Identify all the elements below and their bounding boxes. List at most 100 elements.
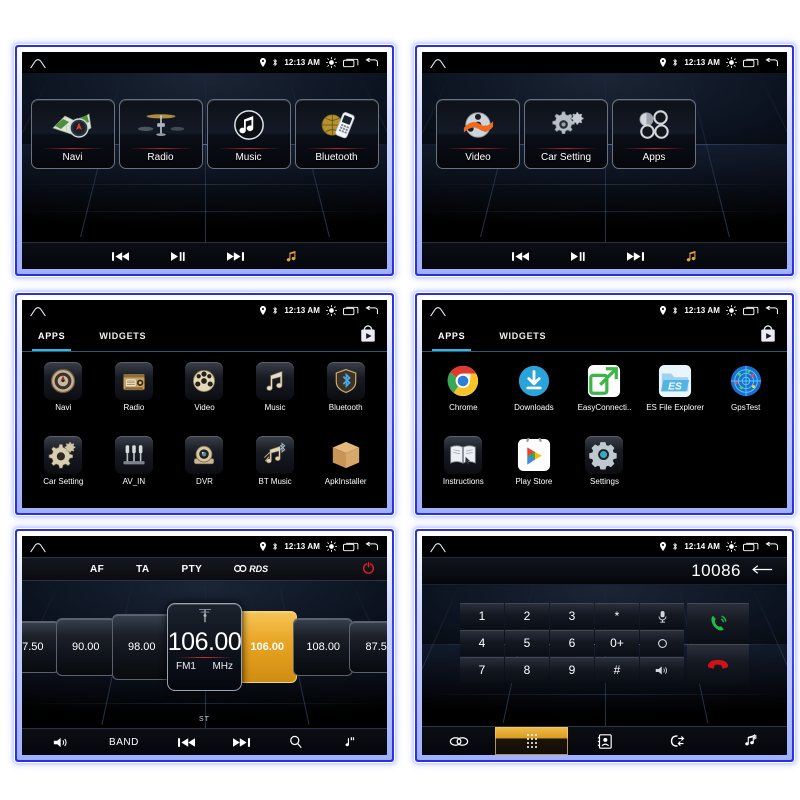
key-2[interactable]: 2 xyxy=(505,603,549,629)
app-play-store[interactable]: Play Store xyxy=(499,434,570,508)
back-arrow-icon[interactable] xyxy=(765,57,779,68)
contacts-tab[interactable] xyxy=(568,727,641,755)
voice-dial-key[interactable] xyxy=(640,630,684,656)
tab-apps[interactable]: APPS xyxy=(432,321,472,351)
app-instructions[interactable]: Instructions xyxy=(428,434,499,508)
app-gpstest[interactable]: GpsTest xyxy=(710,360,781,434)
app-apk-installer[interactable]: ApkInstaller xyxy=(310,434,381,508)
key-3[interactable]: 3 xyxy=(550,603,594,629)
keypad-tab[interactable] xyxy=(495,727,568,755)
app-settings[interactable]: Settings xyxy=(569,434,640,508)
tab-widgets[interactable]: WIDGETS xyxy=(493,321,552,351)
scan-button[interactable] xyxy=(289,735,303,749)
play-pause-button[interactable] xyxy=(170,251,185,262)
preset-button[interactable]: 87.50 xyxy=(349,621,387,673)
speaker-key[interactable] xyxy=(640,657,684,683)
app-bt-music[interactable]: BT Music xyxy=(240,434,311,508)
play-store-bag-icon[interactable] xyxy=(359,324,377,348)
preset-button[interactable]: 90.00 xyxy=(55,618,116,676)
key-1[interactable]: 1 xyxy=(460,603,504,629)
key-zero-plus[interactable]: 0+ xyxy=(595,630,639,656)
app-easyconnection[interactable]: EasyConnecti.. xyxy=(569,360,640,434)
home-tile-bluetooth[interactable]: Bluetooth xyxy=(294,99,379,169)
recent-apps-icon[interactable] xyxy=(343,542,359,552)
pty-button[interactable]: PTY xyxy=(182,564,203,575)
app-dvr[interactable]: DVR xyxy=(169,434,240,508)
music-shortcut-button[interactable] xyxy=(286,250,298,262)
hangup-button[interactable] xyxy=(687,644,749,684)
previous-track-button[interactable] xyxy=(111,251,129,262)
brightness-icon[interactable] xyxy=(726,57,737,68)
bt-music-tab[interactable] xyxy=(714,727,787,755)
bt-pair-tab[interactable] xyxy=(422,727,495,755)
recent-apps-icon[interactable] xyxy=(343,306,359,316)
app-video[interactable]: Video xyxy=(169,360,240,434)
band-button[interactable]: BAND xyxy=(109,737,139,748)
home-icon[interactable] xyxy=(429,59,446,69)
key-4[interactable]: 4 xyxy=(460,630,504,656)
key-hash[interactable]: # xyxy=(595,657,639,683)
app-car-setting[interactable]: Car Setting xyxy=(28,434,99,508)
back-arrow-icon[interactable] xyxy=(365,305,379,316)
back-arrow-icon[interactable] xyxy=(765,305,779,316)
app-downloads[interactable]: Downloads xyxy=(499,360,570,434)
app-music[interactable]: Music xyxy=(240,360,311,434)
brightness-icon[interactable] xyxy=(726,541,737,552)
brightness-icon[interactable] xyxy=(326,57,337,68)
home-tile-radio[interactable]: Radio xyxy=(118,99,203,169)
back-arrow-icon[interactable] xyxy=(365,541,379,552)
app-av-in[interactable]: AV_IN xyxy=(99,434,170,508)
play-pause-button[interactable] xyxy=(570,251,585,262)
brightness-icon[interactable] xyxy=(326,541,337,552)
back-arrow-icon[interactable] xyxy=(765,541,779,552)
home-icon[interactable] xyxy=(29,543,46,553)
volume-button[interactable] xyxy=(53,736,70,749)
current-frequency-card[interactable]: 106.00 FM1 MHz xyxy=(166,603,243,691)
preset-button[interactable]: 98.00 xyxy=(111,614,172,680)
preset-button[interactable]: 108.00 xyxy=(293,618,354,676)
brightness-icon[interactable] xyxy=(326,305,337,316)
music-shortcut-button[interactable] xyxy=(686,250,698,262)
ta-button[interactable]: TA xyxy=(136,564,149,575)
power-icon[interactable] xyxy=(362,561,375,579)
key-9[interactable]: 9 xyxy=(550,657,594,683)
app-navi[interactable]: Navi xyxy=(28,360,99,434)
app-radio[interactable]: Radio xyxy=(99,360,170,434)
previous-track-button[interactable] xyxy=(511,251,529,262)
key-6[interactable]: 6 xyxy=(550,630,594,656)
app-chrome[interactable]: Chrome xyxy=(428,360,499,434)
backspace-arrow-icon[interactable] xyxy=(751,562,773,580)
back-arrow-icon[interactable] xyxy=(365,57,379,68)
af-button[interactable]: AF xyxy=(90,564,104,575)
home-tile-music[interactable]: Music xyxy=(206,99,291,169)
seek-down-button[interactable] xyxy=(177,737,195,748)
preset-button-active[interactable]: 106.00 xyxy=(237,611,298,683)
home-tile-apps[interactable]: Apps xyxy=(612,99,696,169)
home-tile-navi[interactable]: Navi xyxy=(30,99,115,169)
brightness-icon[interactable] xyxy=(726,305,737,316)
call-button[interactable] xyxy=(687,603,749,643)
key-5[interactable]: 5 xyxy=(505,630,549,656)
home-tile-video[interactable]: Video xyxy=(436,99,520,169)
key-7[interactable]: 7 xyxy=(460,657,504,683)
next-track-button[interactable] xyxy=(226,251,244,262)
home-icon[interactable] xyxy=(29,307,46,317)
key-star[interactable]: * xyxy=(595,603,639,629)
dialed-number-display[interactable]: 10086 xyxy=(422,557,787,585)
play-store-bag-icon[interactable] xyxy=(759,324,777,348)
recent-apps-icon[interactable] xyxy=(743,58,759,68)
tab-apps[interactable]: APPS xyxy=(32,321,72,351)
equalizer-button[interactable] xyxy=(342,736,356,749)
tab-widgets[interactable]: WIDGETS xyxy=(93,321,152,351)
home-icon[interactable] xyxy=(29,59,46,69)
mic-key[interactable] xyxy=(640,603,684,629)
call-log-tab[interactable] xyxy=(641,727,714,755)
key-8[interactable]: 8 xyxy=(505,657,549,683)
home-icon[interactable] xyxy=(429,543,446,553)
app-es-file-explorer[interactable]: ES ES File Explorer xyxy=(640,360,711,434)
seek-up-button[interactable] xyxy=(233,737,251,748)
app-bluetooth[interactable]: Bluetooth xyxy=(310,360,381,434)
recent-apps-icon[interactable] xyxy=(343,58,359,68)
home-icon[interactable] xyxy=(429,307,446,317)
preset-button[interactable]: 87.50 xyxy=(22,621,60,673)
